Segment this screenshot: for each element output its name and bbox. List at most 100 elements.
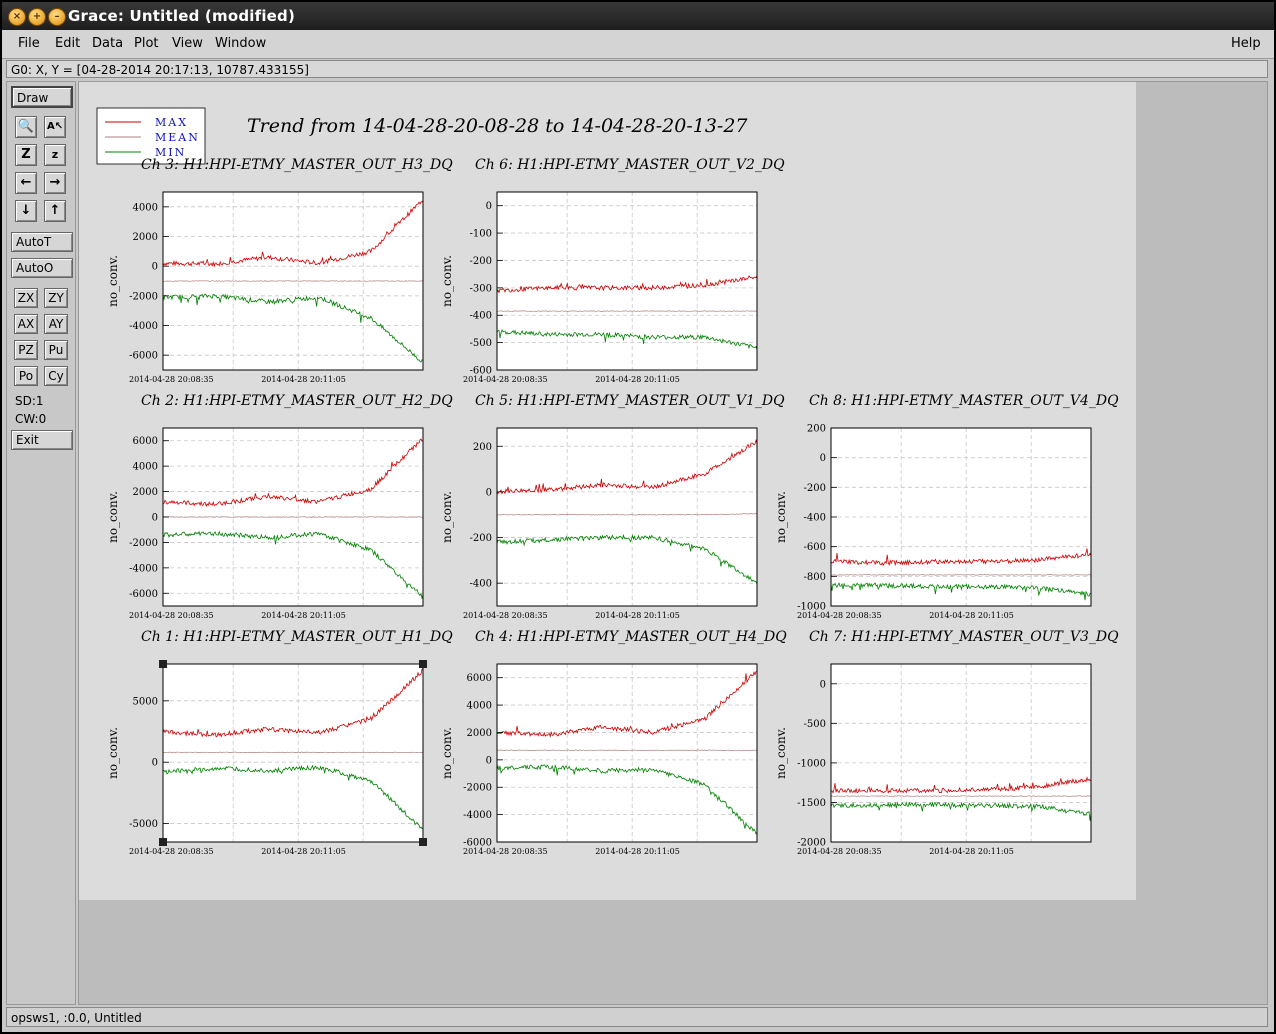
cy-button[interactable]: Cy	[44, 366, 68, 386]
y-tick-label: -300	[470, 283, 492, 294]
y-tick-label: 0	[820, 453, 826, 464]
chart-1[interactable]: 4000 2000 0 -2000 -4000 -6000 2014-04-28 20:08…	[106, 157, 453, 384]
po-button[interactable]: Po	[14, 366, 38, 386]
autoo-button[interactable]: AutoO	[11, 258, 73, 278]
selection-handle[interactable]	[159, 660, 167, 668]
y-axis-label: no_conv.	[440, 727, 454, 779]
menu-help[interactable]: Help	[1231, 36, 1261, 51]
menu-plot[interactable]: Plot	[134, 36, 159, 51]
draw-button[interactable]: Draw	[11, 86, 73, 108]
zy-button[interactable]: ZY	[44, 288, 68, 308]
y-tick-label: -200	[804, 483, 826, 494]
zoom-icon[interactable]: 🔍	[15, 116, 37, 138]
y-tick-label: 2000	[133, 232, 158, 243]
close-icon[interactable]: ×	[8, 8, 26, 26]
arrow-left-icon[interactable]: ←	[15, 172, 37, 194]
y-tick-label: -6000	[129, 589, 158, 600]
app-window: × + – Grace: Untitled (modified) File Ed…	[2, 2, 1274, 1032]
chart-3[interactable]: 6000 4000 2000 0 -2000 -4000 -6000 2014-04-28 2…	[106, 393, 453, 620]
y-tick-label: 5000	[133, 696, 158, 707]
zx-button[interactable]: ZX	[14, 288, 38, 308]
y-tick-label: -2000	[129, 538, 158, 549]
plot-svg: MAX MEAN MIN Trend from 14-04-28-20-08-2…	[96, 107, 1119, 856]
y-axis-label: no_conv.	[440, 491, 454, 543]
y-tick-label: 2000	[467, 728, 492, 739]
y-tick-label: 0	[486, 755, 492, 766]
pu-button[interactable]: Pu	[44, 340, 68, 360]
y-tick-label: -400	[804, 513, 826, 524]
menu-window[interactable]: Window	[215, 36, 266, 51]
y-tick-label: -4000	[129, 563, 158, 574]
y-tick-label: -4000	[129, 321, 158, 332]
x-tick-label: 2014-04-28 20:08:35	[797, 847, 882, 856]
plot-area[interactable]	[831, 664, 1091, 842]
canvas-area[interactable]: MAX MEAN MIN Trend from 14-04-28-20-08-2…	[78, 81, 1268, 1005]
plot-canvas[interactable]: MAX MEAN MIN Trend from 14-04-28-20-08-2…	[79, 82, 1136, 900]
y-tick-label: 200	[807, 424, 826, 435]
y-tick-label: -600	[804, 542, 826, 553]
plot-area[interactable]	[163, 664, 423, 842]
plot-area[interactable]	[497, 664, 757, 842]
chart-title: Ch 8: H1:HPI-ETMY_MASTER_OUT_V4_DQ	[809, 393, 1119, 409]
y-tick-label: 200	[473, 442, 492, 453]
maximize-icon[interactable]: +	[28, 8, 46, 26]
zoom-in-icon[interactable]: Z	[15, 144, 37, 166]
autot-button[interactable]: AutoT	[11, 232, 73, 252]
chart-8[interactable]: 0-500-1000-1500-20002014-04-28 20:08:35 2…	[774, 629, 1119, 856]
y-tick-label: 6000	[467, 673, 492, 684]
y-tick-label: -200	[470, 256, 492, 267]
window-title: Grace: Untitled (modified)	[68, 7, 296, 25]
y-tick-label: 0	[152, 513, 158, 524]
x-tick-label: 2014-04-28 20:08:35	[129, 611, 214, 620]
menu-bar: File Edit Data Plot View Window Help	[2, 30, 1274, 59]
pz-button[interactable]: PZ	[14, 340, 38, 360]
y-axis-label: no_conv.	[106, 491, 120, 543]
x-tick-label: 2014-04-28 20:11:05	[261, 611, 346, 620]
y-tick-label: 4000	[133, 462, 158, 473]
plot-area[interactable]	[497, 192, 757, 370]
menu-file[interactable]: File	[18, 36, 40, 51]
exit-button[interactable]: Exit	[11, 430, 73, 450]
y-tick-label: 4000	[467, 701, 492, 712]
y-tick-label: -2000	[129, 291, 158, 302]
current-world-label: CW:0	[15, 412, 47, 426]
chart-4[interactable]: 200 0 -200 -400 2014-04-28 20:08:35 2014-04-2…	[440, 393, 785, 620]
chart-5[interactable]: 2000-200-400-600-800-10002014-04-28 20:0…	[774, 393, 1119, 620]
title-bar[interactable]: × + – Grace: Untitled (modified)	[2, 2, 1274, 30]
arrow-up-icon[interactable]: ↑	[44, 200, 66, 222]
x-tick-label: 2014-04-28 20:11:05	[261, 847, 346, 856]
arrow-right-icon[interactable]: →	[44, 172, 66, 194]
chart-title: Ch 5: H1:HPI-ETMY_MASTER_OUT_V1_DQ	[475, 393, 785, 409]
chart-title: Ch 2: H1:HPI-ETMY_MASTER_OUT_H2_DQ	[141, 393, 453, 409]
stack-depth-label: SD:1	[15, 394, 44, 408]
chart-6[interactable]: 5000 0 -5000 2014-04-28 20:08:35 2014-04-28 …	[106, 629, 453, 856]
menu-view[interactable]: View	[172, 36, 203, 51]
plot-area[interactable]	[497, 428, 757, 606]
ay-button[interactable]: AY	[44, 314, 68, 334]
chart-7[interactable]: 6000400020000-2000-4000-60002014-04-28 2…	[440, 629, 787, 856]
y-tick-label: -100	[470, 229, 492, 240]
arrow-down-icon[interactable]: ↓	[15, 200, 37, 222]
y-axis-label: no_conv.	[440, 255, 454, 307]
y-tick-label: -1000	[797, 758, 826, 769]
y-tick-label: 0	[486, 487, 492, 498]
x-tick-label: 2014-04-28 20:08:35	[463, 611, 548, 620]
menu-data[interactable]: Data	[92, 36, 123, 51]
ax-button[interactable]: AX	[14, 314, 38, 334]
x-tick-label: 2014-04-28 20:08:35	[129, 847, 214, 856]
text-tool-icon[interactable]: A↖	[44, 116, 66, 138]
zoom-out-icon[interactable]: z	[44, 144, 66, 166]
y-tick-label: 0	[152, 262, 158, 273]
y-tick-label: 6000	[133, 436, 158, 447]
minimize-icon[interactable]: –	[48, 8, 66, 26]
plot-title: Trend from 14-04-28-20-08-28 to 14-04-28…	[247, 115, 748, 137]
chart-title: Ch 7: H1:HPI-ETMY_MASTER_OUT_V3_DQ	[809, 629, 1119, 645]
selection-handle[interactable]	[419, 660, 427, 668]
x-tick-label: 2014-04-28 20:11:05	[595, 375, 680, 384]
menu-edit[interactable]: Edit	[55, 36, 80, 51]
chart-2[interactable]: 0-100-200-300-400-500-6002014-04-28 20:0…	[440, 157, 785, 384]
selection-handle[interactable]	[419, 838, 427, 846]
y-tick-label: 0	[486, 201, 492, 212]
y-tick-label: -5000	[129, 819, 158, 830]
selection-handle[interactable]	[159, 838, 167, 846]
